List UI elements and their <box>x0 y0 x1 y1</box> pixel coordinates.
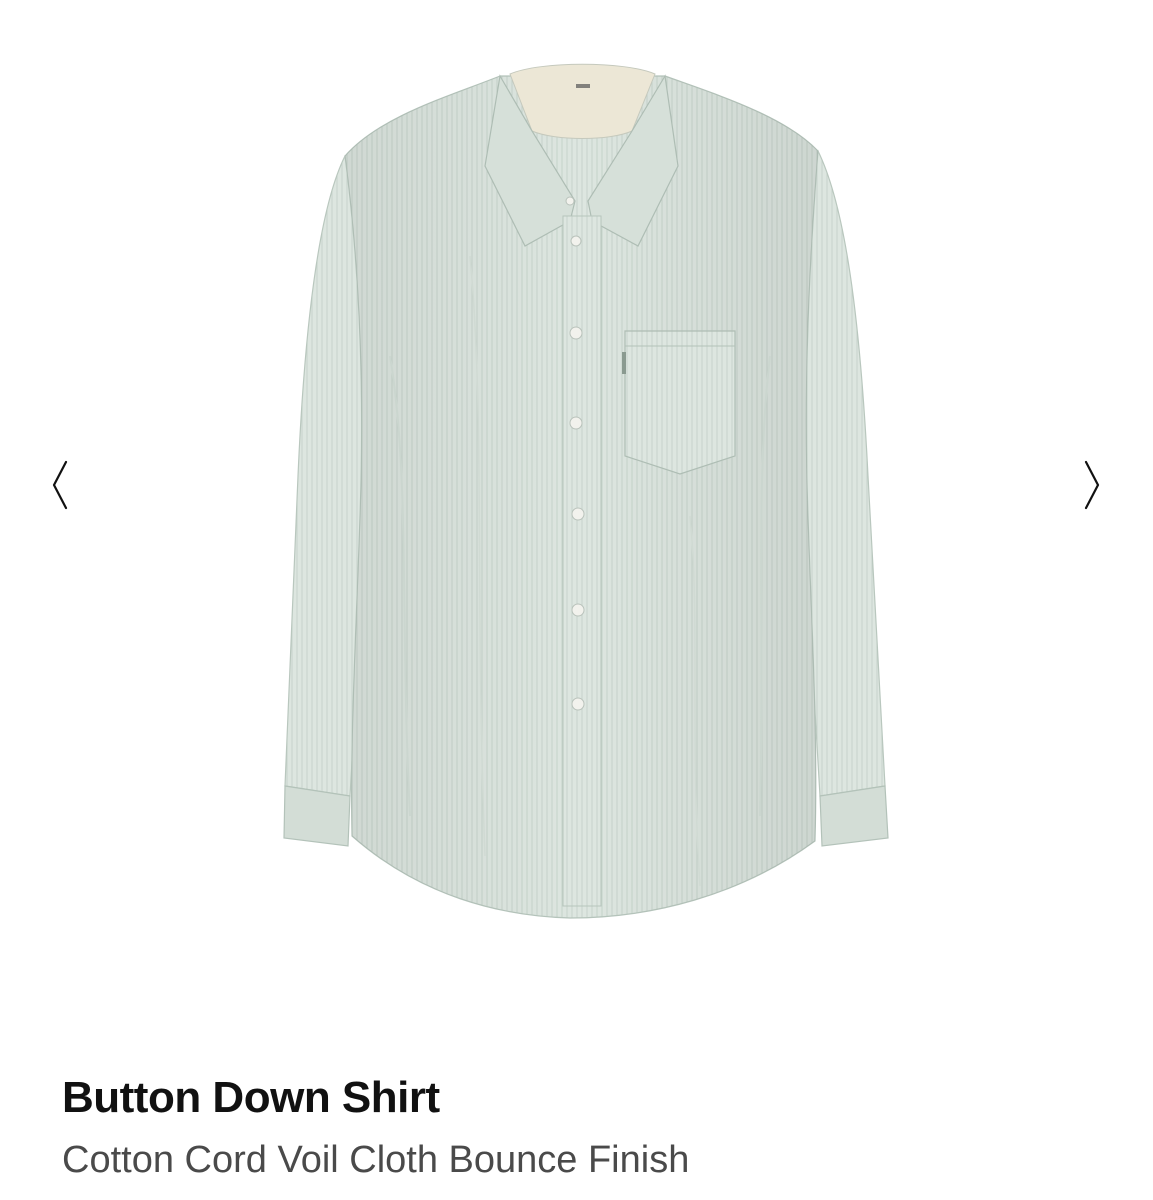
chevron-left-icon <box>52 460 68 510</box>
product-info: Button Down Shirt Cotton Cord Voil Cloth… <box>62 1070 1102 1184</box>
product-subtitle: Cotton Cord Voil Cloth Bounce Finish <box>62 1139 690 1181</box>
product-title: Button Down Shirt <box>62 1073 440 1122</box>
chevron-right-icon <box>1084 460 1100 510</box>
product-image-gallery <box>0 0 1153 1040</box>
previous-image-button[interactable] <box>40 455 80 515</box>
next-image-button[interactable] <box>1072 455 1112 515</box>
shirt-image <box>283 63 889 919</box>
